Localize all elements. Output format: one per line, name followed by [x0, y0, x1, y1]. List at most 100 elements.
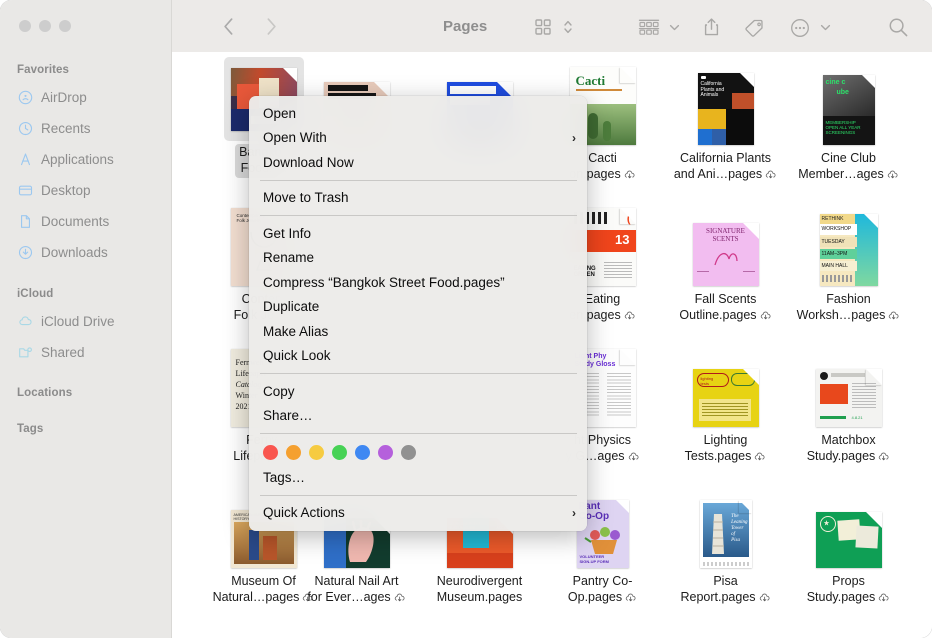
file-name-line1: Neurodivergent [436, 574, 523, 588]
icloud-download-icon[interactable] [887, 169, 899, 185]
file-item-california[interactable]: California Plants and Animals California… [664, 57, 787, 184]
file-item-cineclub[interactable]: cine c ube MEMBERSHIP OPEN ALL YEAR SCRE… [787, 57, 910, 184]
file-name-line2: Report.pages [680, 589, 756, 604]
sidebar-item-label: iCloud Drive [41, 313, 115, 329]
icloud-download-icon[interactable] [394, 592, 406, 608]
zoom-button[interactable] [59, 20, 71, 32]
menu-item-duplicate[interactable]: Duplicate [249, 295, 587, 320]
sidebar-item-documents[interactable]: Documents [10, 209, 162, 233]
menu-item-label: Download Now [263, 154, 354, 170]
icloud-download-icon[interactable] [765, 169, 777, 185]
sidebar-item-icloud-drive[interactable]: iCloud Drive [10, 309, 162, 333]
menu-separator [260, 373, 577, 374]
downloads-icon [17, 244, 34, 261]
yellow-tag[interactable] [309, 445, 324, 460]
file-item-props[interactable]: Props Study.pages [787, 480, 910, 607]
icloud-download-icon[interactable] [624, 310, 636, 326]
file-label: Props Study.pages [787, 574, 910, 607]
menu-item-label: Compress “Bangkok Street Food.pages” [263, 274, 505, 290]
blue-tag[interactable] [355, 445, 370, 460]
menu-item-open-with[interactable]: Open With › [249, 126, 587, 151]
context-menu: Open Open With › Download Now Move to Tr… [249, 96, 587, 531]
icloud-download-icon[interactable] [760, 310, 772, 326]
file-name-line2: and Ani…pages [673, 166, 763, 181]
file-label: California Plants and Ani…pages [664, 151, 787, 184]
search-icon[interactable] [886, 15, 910, 39]
sidebar-item-applications[interactable]: Applications [10, 147, 162, 171]
file-item-fashion[interactable]: RETHINK WORKSHOP TUESDAY 11AM–3PM MAIN H… [787, 198, 910, 325]
file-item-matchbox[interactable]: 4.8.21 Matchbox Study.pages [787, 339, 910, 466]
purple-tag[interactable] [378, 445, 393, 460]
icloud-download-icon[interactable] [625, 592, 637, 608]
chevron-down-icon-more[interactable] [818, 20, 832, 34]
share-icon[interactable] [699, 15, 723, 39]
file-item-fallscents[interactable]: SIGNATURE SCENTS Fall Scents Outline.pages [664, 198, 787, 325]
sidebar-item-shared[interactable]: Shared [10, 340, 162, 364]
sidebar-item-label: Desktop [41, 182, 91, 198]
green-tag[interactable] [332, 445, 347, 460]
close-button[interactable] [19, 20, 31, 32]
more-ellipsis-icon[interactable] [788, 16, 812, 40]
menu-item-tags[interactable]: Tags… [249, 465, 587, 490]
thumb-props [815, 512, 882, 568]
chevron-updown-icon[interactable] [561, 17, 575, 37]
file-label: Natural Nail Art for Ever…ages [295, 574, 418, 607]
back-button[interactable] [216, 14, 240, 38]
file-name-line1: Matchbox [821, 433, 876, 447]
sidebar-item-desktop[interactable]: Desktop [10, 178, 162, 202]
menu-item-open[interactable]: Open [249, 101, 587, 126]
menu-item-move-to-trash[interactable]: Move to Trash [249, 186, 587, 211]
file-label: Neurodivergent Museum.pages [418, 574, 541, 605]
file-name-line1: Fashion [826, 292, 871, 306]
icloud-download-icon[interactable] [878, 451, 890, 467]
file-name-line1: Museum Of [231, 574, 296, 588]
red-tag[interactable] [263, 445, 278, 460]
sidebar-item-downloads[interactable]: Downloads [10, 240, 162, 264]
menu-item-quick-actions[interactable]: Quick Actions › [249, 501, 587, 526]
file-name-line1: Eating [584, 292, 621, 306]
orange-tag[interactable] [286, 445, 301, 460]
icloud-download-icon[interactable] [754, 451, 766, 467]
gray-tag[interactable] [401, 445, 416, 460]
grid-view-icon[interactable] [532, 16, 554, 38]
toolbar: Pages [172, 0, 932, 52]
file-name-line1: Lighting [703, 433, 748, 447]
file-label: Pisa Report.pages [664, 574, 787, 607]
file-name-line1: California Plants [679, 151, 771, 165]
sidebar-item-recents[interactable]: Recents [10, 116, 162, 140]
menu-item-get-info[interactable]: Get Info [249, 221, 587, 246]
sidebar-section-icloud: iCloud [17, 288, 54, 300]
menu-item-make-alias[interactable]: Make Alias [249, 319, 587, 344]
group-by-icon[interactable] [636, 16, 662, 38]
icloud-download-icon[interactable] [878, 592, 890, 608]
menu-item-download-now[interactable]: Download Now [249, 150, 587, 175]
file-label: Pantry Co- Op.pages [541, 574, 664, 607]
icloud-download-icon[interactable] [759, 592, 771, 608]
file-label: Lighting Tests.pages [664, 433, 787, 466]
traffic-light-buttons[interactable] [19, 20, 71, 32]
icloud-download-icon[interactable] [624, 169, 636, 185]
file-thumbnail: cine c ube MEMBERSHIP OPEN ALL YEAR SCRE… [787, 57, 910, 145]
menu-item-label: Quick Actions [263, 505, 345, 521]
tag-color-row [249, 439, 587, 465]
icloud-download-icon[interactable] [628, 451, 640, 467]
page-title: Pages [443, 18, 488, 35]
tag-icon[interactable] [743, 16, 767, 40]
file-item-pisa[interactable]: The Leaning Tower of Pisa Pisa Report.pages [664, 480, 787, 607]
forward-button[interactable] [259, 14, 283, 38]
sidebar-item-airdrop[interactable]: AirDrop [10, 85, 162, 109]
file-item-lightingtests[interactable]: lighting tests Lighting Tests.pages [664, 339, 787, 466]
menu-item-share[interactable]: Share… [249, 404, 587, 429]
icloud-download-icon[interactable] [888, 310, 900, 326]
chevron-down-icon[interactable] [667, 20, 681, 34]
menu-item-copy[interactable]: Copy [249, 379, 587, 404]
file-label: Fall Scents Outline.pages [664, 292, 787, 325]
minimize-button[interactable] [39, 20, 51, 32]
menu-item-quick-look[interactable]: Quick Look [249, 344, 587, 369]
menu-item-label: Open [263, 105, 297, 121]
menu-item-rename[interactable]: Rename [249, 246, 587, 271]
menu-separator [260, 433, 577, 434]
menu-item-compress[interactable]: Compress “Bangkok Street Food.pages” [249, 270, 587, 295]
file-thumbnail [787, 480, 910, 568]
menu-item-label: Copy [263, 383, 295, 399]
